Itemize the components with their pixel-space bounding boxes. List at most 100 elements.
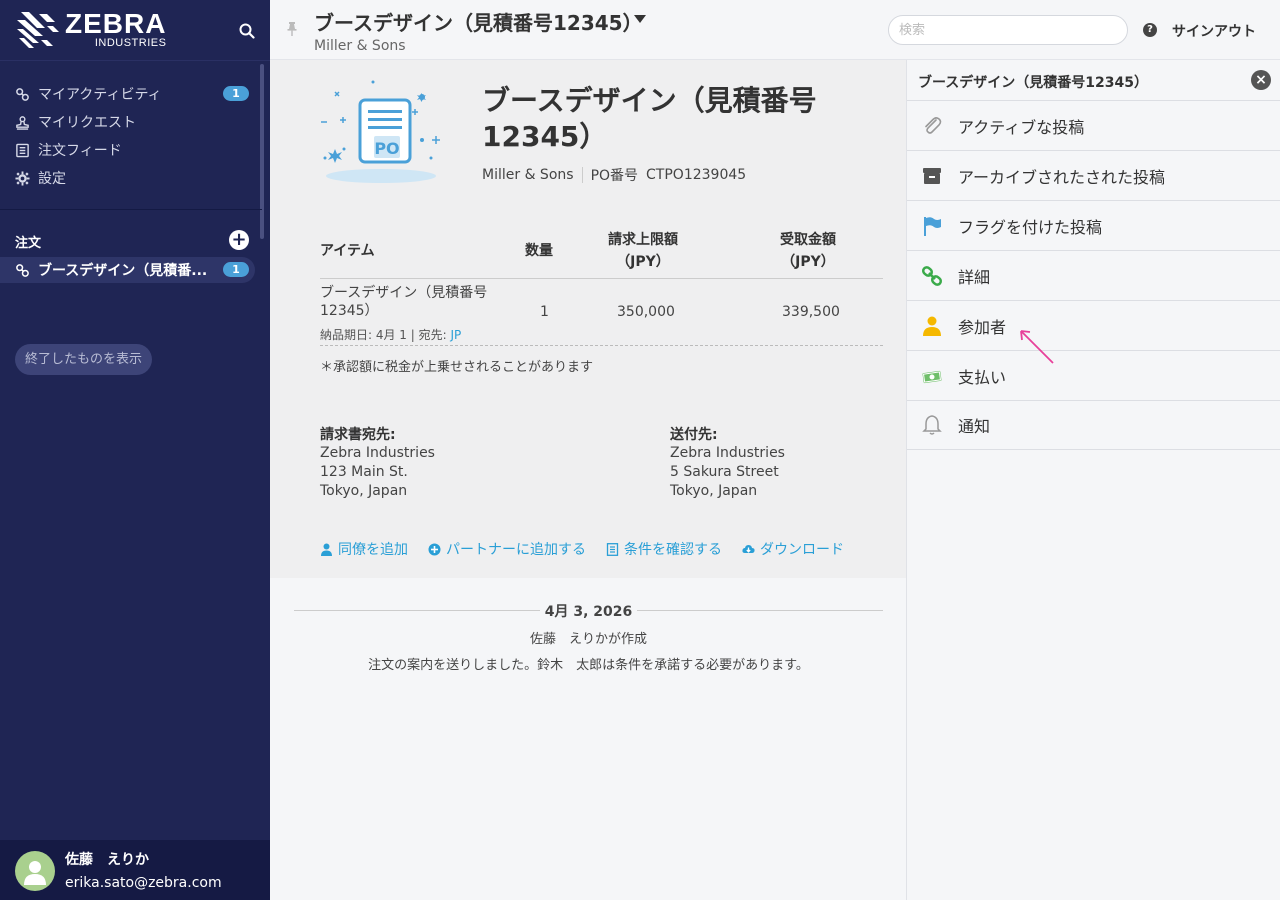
- money-icon: [922, 370, 942, 383]
- avatar: [15, 851, 55, 891]
- meta-divider: [581, 167, 583, 183]
- zebra-logo-icon: [17, 12, 59, 48]
- order-item-label: ブースデザイン（見積番...: [38, 263, 208, 279]
- shipping-line: Tokyo, Japan: [670, 483, 758, 499]
- sidebar-item-my-activity[interactable]: マイアクティビティ 1: [0, 80, 262, 108]
- search-input[interactable]: [888, 15, 1128, 45]
- menu-item-flagged-posts[interactable]: フラグを付けた投稿: [907, 200, 1280, 250]
- flag-icon: [924, 216, 941, 236]
- table-header-divider: [320, 278, 883, 279]
- chevron-down-icon[interactable]: [634, 15, 646, 23]
- action-label: ダウンロード: [760, 542, 844, 558]
- review-terms-button[interactable]: 条件を確認する: [606, 539, 722, 559]
- menu-item-label: 詳細: [958, 267, 991, 287]
- billing-line: Tokyo, Japan: [320, 483, 408, 499]
- cloud-download-icon: [742, 544, 755, 553]
- column-header-limit: 請求上限額 （JPY）: [598, 229, 688, 273]
- item-name-line2: 12345）: [320, 303, 379, 319]
- sidebar-item-my-requests[interactable]: マイリクエスト: [0, 108, 262, 136]
- feed-message: 注文の案内を送りしました。鈴木 太郎は条件を承諾する必要があります。: [368, 658, 809, 673]
- page-title: ブースデザイン（見積番号12345）: [314, 11, 643, 35]
- signout-button[interactable]: サインアウト: [1172, 21, 1256, 41]
- menu-item-notifications[interactable]: 通知: [907, 400, 1280, 450]
- brand-name: ZEBRA: [65, 8, 167, 39]
- order-meta: Miller & Sons PO番号 CTPO1239045: [482, 165, 746, 185]
- menu-item-archived-posts[interactable]: アーカイブされたされた投稿: [907, 150, 1280, 200]
- menu-item-payments[interactable]: 支払い: [907, 350, 1280, 400]
- menu-item-label: アクティブな投稿: [958, 117, 1085, 137]
- person-icon: [24, 861, 46, 885]
- help-icon[interactable]: ?: [1143, 23, 1157, 37]
- pin-icon[interactable]: [286, 22, 298, 36]
- feed-date-separator: 4月 3, 2026: [294, 600, 883, 620]
- user-profile[interactable]: 佐藤 えりか erika.sato@zebra.com: [0, 840, 270, 900]
- page-subtitle: Miller & Sons: [314, 38, 406, 54]
- order-actions: 同僚を追加 パートナーに追加する 条件を確認する ダウンロード: [320, 539, 864, 559]
- table-row-divider: [320, 345, 883, 346]
- sidebar-scrollbar[interactable]: [260, 64, 264, 239]
- chain-link-icon: [921, 265, 943, 286]
- billing-line: 123 Main St.: [320, 464, 408, 480]
- feed-date: 4月 3, 2026: [544, 604, 633, 620]
- sidebar-item-settings[interactable]: 設定: [0, 164, 262, 192]
- user-email: erika.sato@zebra.com: [65, 875, 222, 891]
- po-label: PO番号: [590, 168, 639, 184]
- link-icon: [16, 263, 29, 277]
- topbar: ブースデザイン（見積番号12345） Miller & Sons ? サインアウ…: [270, 0, 1280, 60]
- table-cell-qty: 1: [540, 304, 549, 320]
- add-partner-button[interactable]: パートナーに追加する: [428, 539, 586, 559]
- panel-menu: アクティブな投稿 アーカイブされたされた投稿 フラグを付けた投稿 詳細 参加者 …: [907, 100, 1280, 450]
- purchase-order-icon: PO: [321, 80, 440, 183]
- action-label: パートナーに追加する: [446, 542, 586, 558]
- download-button[interactable]: ダウンロード: [742, 539, 844, 559]
- user-name: 佐藤 えりか: [65, 852, 149, 868]
- stamp-icon: [16, 115, 29, 130]
- person-icon: [923, 316, 941, 336]
- sidebar-item-label: マイアクティビティ: [38, 87, 162, 103]
- panel-title: ブースデザイン（見積番号12345）: [918, 75, 1149, 91]
- shipping-header: 送付先:: [670, 427, 718, 443]
- zebra-logo[interactable]: ZEBRA INDUSTRIES: [15, 10, 166, 50]
- menu-item-details[interactable]: 詳細: [907, 250, 1280, 300]
- add-colleague-button[interactable]: 同僚を追加: [320, 539, 408, 559]
- menu-item-label: 支払い: [958, 367, 1007, 387]
- menu-item-active-posts[interactable]: アクティブな投稿: [907, 100, 1280, 150]
- table-cell-limit: 350,000: [617, 304, 675, 320]
- add-order-button[interactable]: +: [229, 230, 249, 250]
- company-name: Miller & Sons: [482, 167, 574, 183]
- billing-line: Zebra Industries: [320, 445, 435, 461]
- delivery-info: 納品期日: 4月 1 | 宛先: JP: [320, 326, 461, 343]
- received-unit: （JPY）: [781, 254, 835, 270]
- search-icon[interactable]: [238, 22, 256, 40]
- divider: [637, 610, 883, 611]
- link-icon: [16, 87, 29, 101]
- shipping-line: Zebra Industries: [670, 445, 785, 461]
- menu-item-label: 通知: [958, 417, 991, 436]
- document-icon: [606, 542, 619, 556]
- action-label: 条件を確認する: [624, 542, 722, 558]
- close-icon[interactable]: ×: [1251, 70, 1271, 90]
- sidebar-item-order-feed[interactable]: 注文フィード: [0, 136, 262, 164]
- received-label: 受取金額: [780, 232, 836, 248]
- count-badge: 1: [223, 86, 249, 101]
- sidebar-item-label: マイリクエスト: [38, 115, 136, 131]
- table-row-item: ブースデザイン（見積番号 12345）: [320, 284, 487, 320]
- column-header-item: アイテム: [320, 243, 375, 259]
- menu-item-label: アーカイブされたされた投稿: [958, 167, 1166, 187]
- order-title: ブースデザイン（見積番号12345）: [482, 84, 817, 153]
- show-completed-button[interactable]: 終了したものを表示: [15, 344, 153, 375]
- column-header-qty: 数量: [525, 243, 553, 259]
- gear-icon: [15, 170, 30, 186]
- orders-header: 注文: [15, 236, 42, 251]
- sidebar-order-item[interactable]: ブースデザイン（見積番... 1: [0, 257, 255, 283]
- tax-note: ＊承認額に税金が上乗せされることがあります: [320, 360, 594, 375]
- plus-circle-icon: [428, 543, 441, 555]
- archive-icon: [923, 167, 941, 184]
- po-number: CTPO1239045: [646, 167, 747, 183]
- right-panel: ブースデザイン（見積番号12345） × アクティブな投稿 アーカイブされたされ…: [906, 60, 1280, 900]
- destination-link[interactable]: JP: [451, 328, 462, 342]
- sidebar-item-label: 注文フィード: [38, 143, 122, 159]
- feed-created: 佐藤 えりかが作成: [529, 632, 647, 647]
- billing-header: 請求書宛先:: [320, 427, 396, 443]
- menu-item-participants[interactable]: 参加者: [907, 300, 1280, 350]
